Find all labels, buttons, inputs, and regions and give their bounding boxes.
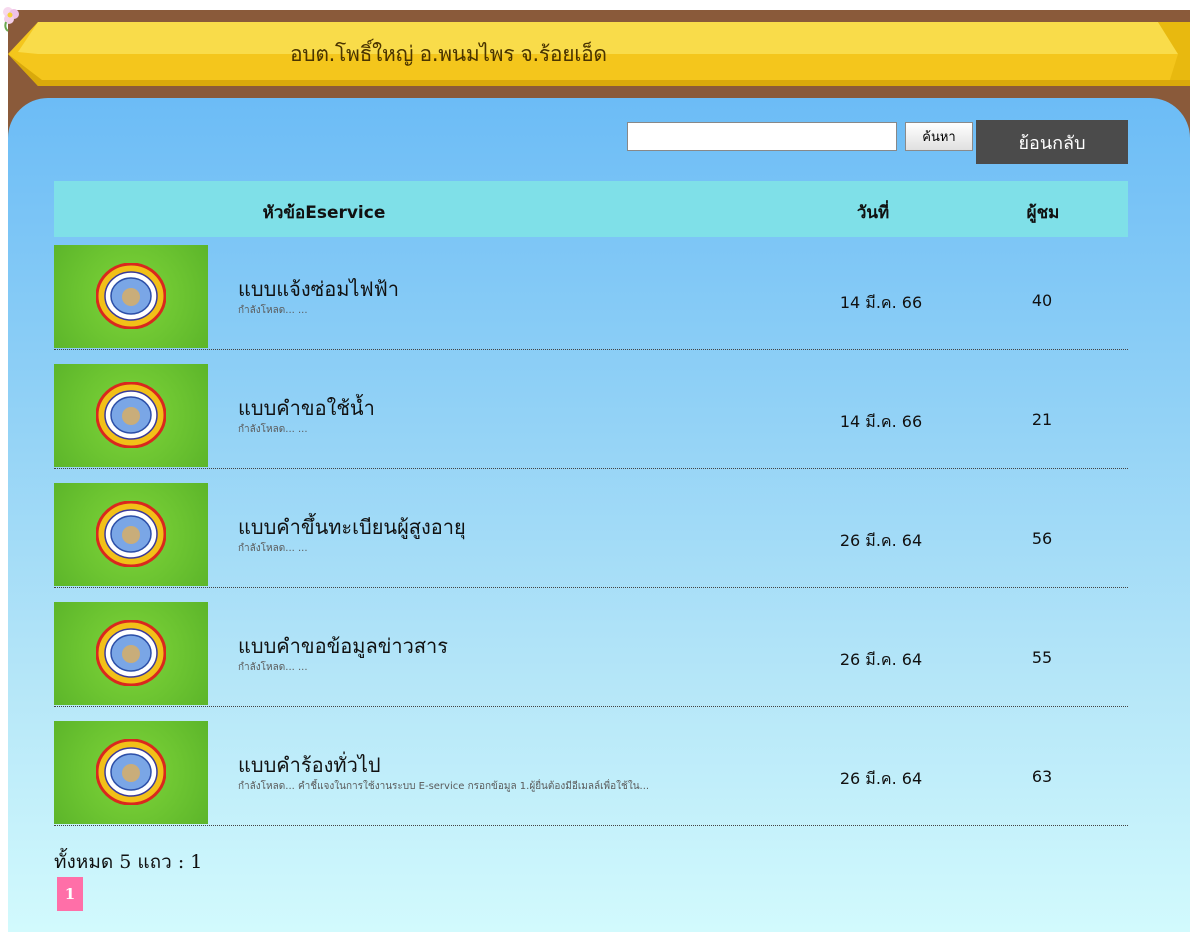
search-input[interactable] — [627, 122, 897, 151]
row-thumbnail[interactable] — [54, 721, 208, 824]
table-row[interactable]: แบบคำขอข้อมูลข่าวสาร กำลังโหลด... ... 26… — [54, 602, 1128, 707]
row-thumbnail[interactable] — [54, 483, 208, 586]
row-date: 26 มี.ค. 64 — [839, 531, 923, 550]
row-title[interactable]: แบบแจ้งซ่อมไฟฟ้า — [238, 273, 399, 305]
table-row[interactable]: แบบคำขึ้นทะเบียนผู้สูงอายุ กำลังโหลด... … — [54, 483, 1128, 588]
row-views: 21 — [1031, 410, 1053, 429]
row-date: 14 มี.ค. 66 — [839, 412, 923, 431]
row-date: 14 มี.ค. 66 — [839, 293, 923, 312]
row-date: 26 มี.ค. 64 — [839, 650, 923, 669]
row-views: 63 — [1031, 767, 1053, 786]
search-button[interactable]: ค้นหา — [905, 122, 973, 151]
back-button[interactable]: ย้อนกลับ — [976, 120, 1128, 164]
row-thumbnail[interactable] — [54, 602, 208, 705]
row-description: กำลังโหลด... ... — [238, 424, 308, 435]
table-header: หัวข้อEservice วันที่ ผู้ชม — [54, 181, 1128, 237]
organization-seal-icon — [96, 620, 166, 686]
table-row[interactable]: แบบคำร้องทั่วไป กำลังโหลด... คำชี้แจงในก… — [54, 721, 1128, 826]
table-row[interactable]: แบบคำขอใช้น้ำ กำลังโหลด... ... 14 มี.ค. … — [54, 364, 1128, 469]
column-header-title: หัวข้อEservice — [262, 203, 386, 223]
column-header-date: วันที่ — [856, 203, 890, 223]
row-title[interactable]: แบบคำขึ้นทะเบียนผู้สูงอายุ — [238, 511, 466, 543]
organization-seal-icon — [96, 382, 166, 448]
row-description: กำลังโหลด... คำชี้แจงในการใช้งานระบบ E-s… — [238, 781, 650, 792]
row-description: กำลังโหลด... ... — [238, 305, 308, 316]
table-row[interactable]: แบบแจ้งซ่อมไฟฟ้า กำลังโหลด... ... 14 มี.… — [54, 245, 1128, 350]
row-thumbnail[interactable] — [54, 364, 208, 467]
organization-seal-icon — [96, 501, 166, 567]
row-views: 40 — [1031, 291, 1053, 310]
row-date: 26 มี.ค. 64 — [839, 769, 923, 788]
row-views: 55 — [1031, 648, 1053, 667]
banner-title: อบต.โพธิ์ใหญ่ อ.พนมไพร จ.ร้อยเอ็ด — [290, 42, 607, 66]
organization-seal-icon — [96, 263, 166, 329]
header-banner: อบต.โพธิ์ใหญ่ อ.พนมไพร จ.ร้อยเอ็ด — [8, 22, 1190, 86]
row-description: กำลังโหลด... ... — [238, 543, 308, 554]
row-title[interactable]: แบบคำขอข้อมูลข่าวสาร — [238, 630, 448, 662]
pagination-page-link[interactable]: 1 — [57, 877, 83, 911]
row-thumbnail[interactable] — [54, 245, 208, 348]
row-views: 56 — [1031, 529, 1053, 548]
row-title[interactable]: แบบคำขอใช้น้ำ — [238, 392, 375, 424]
organization-seal-icon — [96, 739, 166, 805]
column-header-views: ผู้ชม — [1026, 203, 1060, 223]
total-rows-text: ทั้งหมด 5 แถว : 1 — [54, 851, 203, 873]
row-title[interactable]: แบบคำร้องทั่วไป — [238, 749, 381, 781]
row-description: กำลังโหลด... ... — [238, 662, 308, 673]
